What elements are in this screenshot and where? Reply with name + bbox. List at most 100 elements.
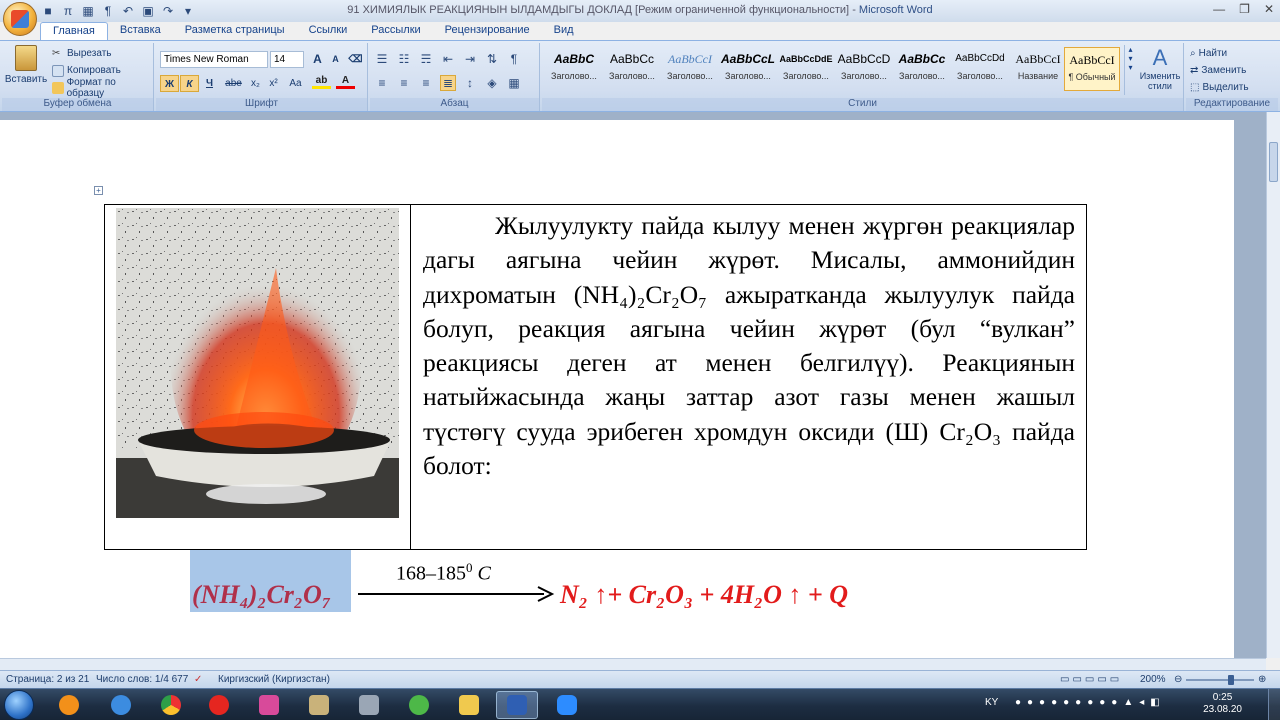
font-size-box[interactable]: 14 [270,51,304,68]
style-heading-4[interactable]: AaBbCcL Заголово... [720,47,776,91]
strikethrough-button[interactable]: abe [224,75,243,92]
zoom-slider-thumb[interactable] [1228,675,1234,685]
copy-icon [52,64,64,77]
sort-icon[interactable]: ⇅ [484,51,500,67]
status-zoom[interactable]: 200% [1140,674,1166,685]
horizontal-scrollbar[interactable] [0,658,1266,670]
font-color-icon[interactable]: A [336,75,355,89]
select-label: Выделить [1202,82,1249,93]
tab-page-layout[interactable]: Разметка страницы [173,22,297,40]
style-heading-3[interactable]: AaBbCcI Заголово... [662,47,718,91]
align-left-icon[interactable]: ≡ [374,75,390,91]
document-paragraph[interactable]: Жылуулукту пайда кылуу менен жүргөн реак… [423,209,1075,483]
line-spacing-icon[interactable]: ↕ [462,75,478,91]
superscript-button[interactable]: x² [264,75,283,92]
shrink-font-button[interactable]: A [326,51,345,68]
view-buttons[interactable]: ▭▭▭▭▭ [1060,674,1122,685]
minimize-icon[interactable]: — [1213,2,1225,16]
taskbar-zoom[interactable] [546,691,588,719]
tab-references[interactable]: Ссылки [297,22,360,40]
tab-review[interactable]: Рецензирование [433,22,542,40]
language-indicator[interactable]: KY [985,697,998,708]
grow-font-button[interactable]: A [308,51,327,68]
taskbar-word[interactable] [496,691,538,719]
vertical-scrollbar[interactable] [1266,112,1280,658]
shading-icon[interactable]: ◈ [484,75,500,91]
borders-icon[interactable]: ▦ [506,75,522,91]
change-styles-button[interactable]: A Изменить стили [1138,45,1182,91]
style-heading-8[interactable]: AaBbCcDd Заголово... [952,47,1008,91]
status-page[interactable]: Страница: 2 из 21 [6,674,89,685]
style-heading-5[interactable]: AaBbCcDdE Заголово... [778,47,834,91]
cut-button[interactable]: ✂ Вырезать [52,45,153,62]
tray-icons[interactable]: ●●●●●●●●●▲◂◧ [1015,697,1166,708]
status-word-count[interactable]: Число слов: 1/4 677 [96,674,188,685]
style-normal[interactable]: AaBbCcI ¶ Обычный [1064,47,1120,91]
zoom-in-icon[interactable]: ⊕ [1258,674,1266,685]
equation-reactant[interactable]: (NH₄)₂Cr₂O₇ [192,580,331,610]
style-name: Заголово... [899,71,945,81]
clock[interactable]: 0:25 23.08.20 [1203,692,1242,716]
styles-scroll[interactable]: ▴ ▾ ▾ [1124,45,1136,95]
style-sample: AaBbCc [609,52,655,66]
taskbar-calculator[interactable] [348,691,390,719]
vertical-scroll-thumb[interactable] [1269,142,1278,182]
style-heading-1[interactable]: AaBbC Заголово... [546,47,602,91]
increase-indent-icon[interactable]: ⇥ [462,51,478,67]
show-desktop-button[interactable] [1268,689,1280,720]
bullets-icon[interactable]: ☰ [374,51,390,67]
tab-mailings[interactable]: Рассылки [359,22,432,40]
taskbar-chrome[interactable] [150,691,192,719]
align-center-icon[interactable]: ≡ [396,75,412,91]
taskbar-utorrent[interactable] [398,691,440,719]
close-icon[interactable]: ✕ [1264,2,1274,16]
show-marks-icon[interactable]: ¶ [506,51,522,67]
office-button[interactable] [3,2,37,36]
tab-home[interactable]: Главная [40,22,108,40]
style-sample: AaBbC [553,52,594,66]
maximize-icon[interactable]: ❐ [1239,2,1250,16]
start-button[interactable] [4,690,34,720]
document-page[interactable]: + Жылуулукту пайда кылуу менен жүргөн ре… [0,120,1234,658]
zoom-slider[interactable] [1186,679,1254,681]
zoom-out-icon[interactable]: ⊖ [1174,674,1182,685]
table-move-handle-icon[interactable]: + [94,186,103,195]
replace-icon: ⇄ [1190,65,1199,76]
taskbar-ie[interactable] [100,691,142,719]
multilevel-list-icon[interactable]: ☴ [418,51,434,67]
equation-products[interactable]: N₂ ↑+ Cr₂O₃ + 4H₂O ↑ + Q [560,580,848,610]
style-title[interactable]: AaBbCcI Название [1010,47,1066,91]
tab-insert[interactable]: Вставка [108,22,173,40]
clock-date: 23.08.20 [1203,704,1242,715]
taskbar-media-player[interactable] [48,691,90,719]
underline-button[interactable]: Ч [200,75,219,92]
format-painter-button[interactable]: Формат по образцу [52,77,153,99]
decrease-indent-icon[interactable]: ⇤ [440,51,456,67]
justify-icon[interactable]: ≣ [440,75,456,91]
taskbar-tool[interactable] [248,691,290,719]
replace-button[interactable]: ⇄ Заменить [1190,62,1249,79]
paste-button[interactable]: Вставить [5,45,47,88]
taskbar-yandex[interactable] [198,691,240,719]
italic-button[interactable]: К [180,75,199,92]
change-case-button[interactable]: Aa [286,75,305,92]
align-right-icon[interactable]: ≡ [418,75,434,91]
select-button[interactable]: ⬚ Выделить [1190,79,1249,96]
status-language[interactable]: Киргизский (Киргизстан) [218,674,330,685]
numbering-icon[interactable]: ☷ [396,51,412,67]
style-heading-6[interactable]: AaBbCcD Заголово... [836,47,892,91]
style-heading-2[interactable]: AaBbCc Заголово... [604,47,660,91]
taskbar-paint[interactable] [298,691,340,719]
app-name: Microsoft Word [858,4,933,16]
clear-format-icon[interactable]: ⌫ [346,51,365,68]
change-styles-icon: A [1152,45,1168,70]
taskbar-explorer[interactable] [448,691,490,719]
tab-view[interactable]: Вид [542,22,586,40]
find-button[interactable]: ⌕ Найти [1190,45,1249,62]
style-heading-7[interactable]: AaBbCc Заголово... [894,47,950,91]
bold-button[interactable]: Ж [160,75,179,92]
highlight-icon[interactable]: ab [312,75,331,89]
font-name-box[interactable]: Times New Roman [160,51,268,68]
proofing-icon[interactable]: ✓ [194,674,202,685]
subscript-button[interactable]: x₂ [246,75,265,92]
